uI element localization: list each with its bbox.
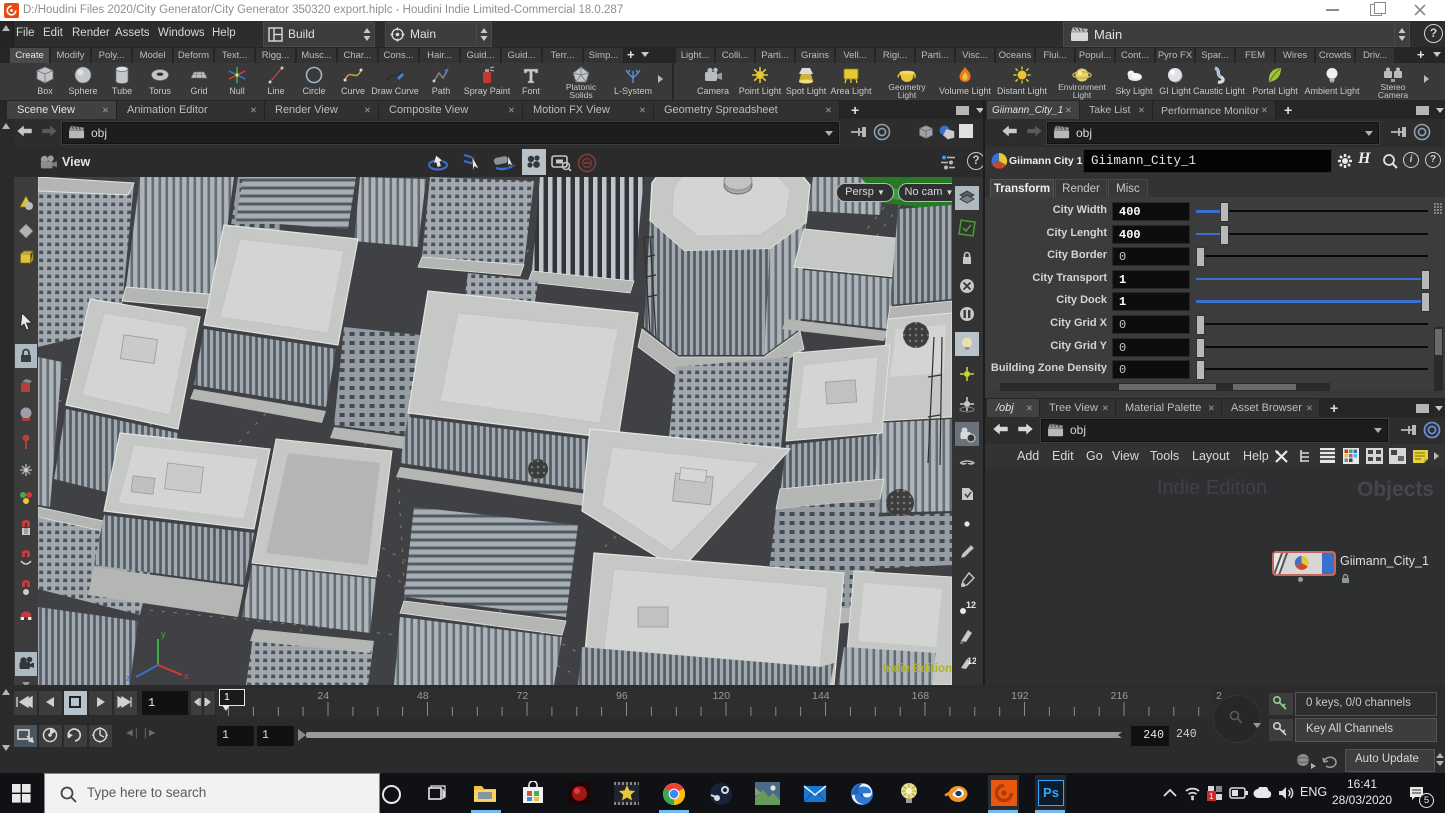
svg-text:y: y <box>161 629 166 639</box>
svg-text:z: z <box>126 673 131 683</box>
svg-text:1: 1 <box>1209 792 1214 801</box>
svg-text:12: 12 <box>967 656 976 666</box>
svg-text:x: x <box>184 671 189 681</box>
svg-text:12: 12 <box>966 600 976 610</box>
